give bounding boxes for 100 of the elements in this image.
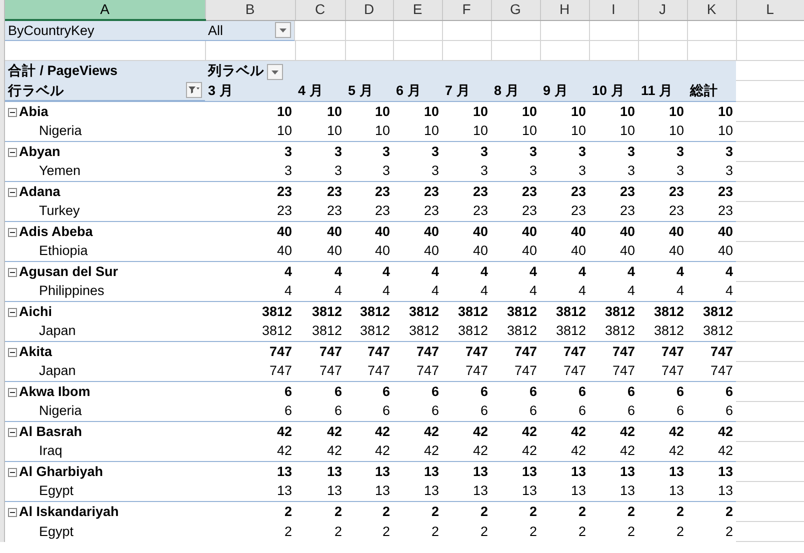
table-cell: 6 (687, 381, 736, 401)
collapse-icon[interactable] (8, 468, 17, 477)
table-cell: 10 (442, 101, 491, 121)
table-cell: 747 (491, 361, 540, 381)
table-cell: 747 (442, 361, 491, 381)
collapse-icon[interactable] (8, 148, 17, 157)
table-cell: 23 (442, 181, 491, 201)
table-cell: 2 (491, 501, 540, 521)
column-header[interactable]: C (295, 0, 345, 20)
table-cell: 4 (589, 261, 638, 281)
filter-button[interactable] (186, 82, 202, 98)
column-header[interactable]: K (687, 0, 736, 20)
row-label: Al Iskandariyah (19, 504, 119, 519)
column-header[interactable]: E (393, 0, 442, 20)
table-cell: 40 (442, 241, 491, 261)
table-cell: 13 (491, 461, 540, 481)
column-heading: 11 月 (638, 80, 687, 101)
table-cell: 10 (205, 121, 295, 141)
table-cell: 42 (442, 441, 491, 461)
table-cell: 2 (589, 501, 638, 521)
table-cell-text: 2 (381, 522, 391, 540)
table-cell: 40 (540, 241, 589, 261)
table-cell: 6 (345, 401, 393, 421)
column-header[interactable]: H (540, 0, 589, 20)
collapse-icon[interactable] (8, 108, 17, 117)
column-header[interactable]: B (205, 0, 295, 20)
collapse-icon[interactable] (8, 428, 17, 437)
table-cell: 23 (540, 181, 589, 201)
table-cell: 3812 (638, 321, 687, 341)
table-cell: 10 (393, 101, 442, 121)
table-cell: 42 (205, 421, 295, 441)
table-cell: 10 (491, 101, 540, 121)
table-cell: 3812 (295, 321, 345, 341)
table-cell: 3812 (393, 301, 442, 321)
table-cell: 6 (540, 401, 589, 421)
table-cell: 10 (491, 121, 540, 141)
table-cell: 6 (491, 401, 540, 421)
table-cell: 23 (393, 181, 442, 201)
collapse-icon[interactable] (8, 508, 17, 517)
collapse-icon[interactable] (8, 188, 17, 197)
table-cell: 3812 (540, 321, 589, 341)
collapse-icon[interactable] (8, 388, 17, 397)
row-label: Nigeria (5, 121, 205, 141)
table-cell: 747 (491, 341, 540, 361)
table-cell: 3 (345, 141, 393, 161)
column-heading: 3 月 (205, 80, 295, 101)
dropdown-button[interactable] (267, 64, 283, 80)
table-cell: 23 (589, 201, 638, 221)
collapse-icon[interactable] (8, 348, 17, 357)
table-cell: 3 (687, 141, 736, 161)
column-header[interactable]: J (638, 0, 687, 20)
table-cell: 23 (295, 201, 345, 221)
table-cell: 747 (345, 361, 393, 381)
table-cell: 40 (205, 221, 295, 241)
column-labels-caption: 列ラベル (208, 63, 264, 78)
table-cell: 747 (540, 361, 589, 381)
table-cell: 4 (205, 281, 295, 301)
table-cell: 3 (589, 161, 638, 181)
table-cell: 747 (687, 341, 736, 361)
row-label: Egypt (38, 522, 75, 541)
table-cell: 3 (205, 141, 295, 161)
collapse-icon[interactable] (8, 228, 17, 237)
table-cell: 42 (393, 441, 442, 461)
table-cell: 4 (540, 261, 589, 281)
table-cell: 3812 (345, 321, 393, 341)
table-cell: 4 (345, 261, 393, 281)
column-header[interactable]: I (589, 0, 638, 20)
row-label: Abyan (19, 144, 60, 159)
table-cell: 3 (205, 161, 295, 181)
table-cell: 40 (687, 241, 736, 261)
table-cell: 6 (205, 401, 295, 421)
table-cell: 42 (638, 441, 687, 461)
collapse-icon[interactable] (8, 308, 17, 317)
table-cell: 3 (638, 161, 687, 181)
table-cell: 3812 (393, 321, 442, 341)
table-cell: 3812 (295, 301, 345, 321)
table-cell-text: 2 (333, 522, 343, 540)
table-cell: 40 (589, 241, 638, 261)
table-cell: 3 (491, 141, 540, 161)
table-cell: 42 (345, 441, 393, 461)
table-cell: 6 (687, 401, 736, 421)
column-header[interactable]: F (442, 0, 491, 20)
column-header[interactable]: D (345, 0, 393, 20)
collapse-icon[interactable] (8, 268, 17, 277)
column-header[interactable]: A (5, 0, 205, 20)
column-header[interactable]: L (736, 0, 804, 20)
table-cell: 747 (205, 341, 295, 361)
table-cell: 23 (205, 181, 295, 201)
column-header[interactable]: G (491, 0, 540, 20)
table-cell: 23 (393, 201, 442, 221)
dropdown-button[interactable] (275, 22, 291, 38)
table-cell: 42 (589, 421, 638, 441)
table-cell: 40 (345, 221, 393, 241)
table-cell: 13 (589, 481, 638, 501)
table-cell: 6 (345, 381, 393, 401)
table-cell: 3812 (205, 321, 295, 341)
table-cell: 23 (295, 181, 345, 201)
table-cell: 6 (638, 381, 687, 401)
table-cell: 10 (345, 121, 393, 141)
table-cell: 23 (205, 201, 295, 221)
